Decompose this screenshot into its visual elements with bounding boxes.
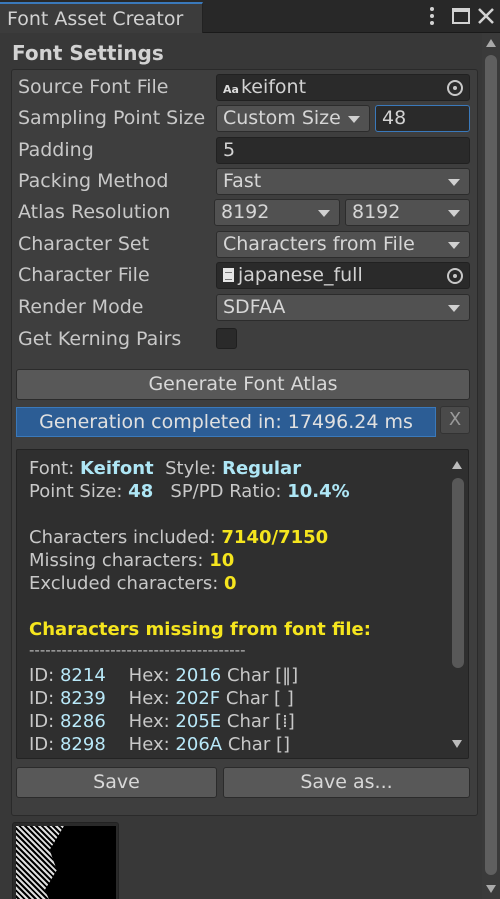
scroll-up-arrow-icon[interactable] [452,461,462,469]
scroll-down-arrow-icon[interactable] [452,740,462,748]
missing-char-row: ID: 8286 Hex: 205E Char [⁞] [29,711,295,732]
atlas-resolution-label: Atlas Resolution [18,201,171,223]
character-set-value: Characters from File [223,233,415,255]
atlas-preview [12,822,119,899]
character-file-value: japanese_full [238,264,363,286]
atlas-height-value: 8192 [352,201,401,223]
excluded-characters-line: Excluded characters: 0 [29,573,237,594]
chevron-down-icon [448,210,460,217]
save-as-button[interactable]: Save as... [223,767,470,798]
chevron-down-icon [448,305,460,312]
object-picker-icon[interactable] [447,268,463,284]
missing-characters-line: Missing characters: 10 [29,550,235,571]
vertical-dots-icon[interactable] [420,4,444,28]
packing-method-label: Packing Method [18,170,169,192]
character-set-label: Character Set [18,233,150,255]
scrollbar-thumb[interactable] [485,55,497,875]
section-title: Font Settings [12,41,164,65]
generate-font-atlas-button[interactable]: Generate Font Atlas [16,369,470,400]
scroll-up-arrow-icon[interactable] [486,39,496,47]
missing-char-row: ID: 8239 Hex: 202F Char [ ] [29,688,294,709]
generation-progress-bar: Generation completed in: 17496.24 ms [16,407,436,437]
save-button[interactable]: Save [16,767,217,798]
window-tab[interactable]: Font Asset Creator [0,2,203,33]
characters-included-line: Characters included: 7140/7150 [29,527,329,548]
output-scrollbar[interactable] [446,450,468,758]
render-mode-label: Render Mode [18,296,144,318]
output-scrollbar-thumb[interactable] [452,478,464,668]
source-font-file-value: keifont [240,76,307,98]
atlas-height-dropdown[interactable]: 8192 [345,199,470,226]
clear-progress-button[interactable]: X [440,406,470,434]
render-mode-value: SDFAA [223,296,286,318]
window-title: Font Asset Creator [7,8,184,30]
chevron-down-icon [348,116,360,123]
separator-line: ---------------------------------------- [29,641,246,659]
sampling-point-size-label: Sampling Point Size [18,107,206,129]
point-size-line: Point Size: 48 SP/PD Ratio: 10.4% [29,481,350,502]
render-mode-dropdown[interactable]: SDFAA [216,294,470,321]
font-info-line: Font: Keifont Style: Regular [29,458,302,479]
close-icon[interactable] [474,4,498,28]
padding-label: Padding [18,139,94,161]
chevron-down-icon [318,210,330,217]
padding-input[interactable]: 5 [216,137,470,164]
kerning-pairs-checkbox[interactable] [216,328,237,349]
maximize-icon[interactable] [449,4,473,28]
atlas-width-dropdown[interactable]: 8192 [214,199,340,226]
missing-char-row: ID: 8214 Hex: 2016 Char [‖] [29,665,299,686]
missing-char-row: ID: 8298 Hex: 206A Char [⁪] [29,734,291,755]
chevron-down-icon [448,242,460,249]
object-picker-icon[interactable] [447,80,463,96]
output-log[interactable]: Font: Keifont Style: Regular Point Size:… [16,449,469,759]
sampling-mode-dropdown[interactable]: Custom Size [216,105,370,132]
character-set-dropdown[interactable]: Characters from File [216,231,470,258]
window-scrollbar[interactable] [482,33,500,899]
scroll-down-arrow-icon[interactable] [486,885,496,893]
text-file-icon [223,268,234,282]
font-asset-icon: Aa [223,83,239,96]
source-font-file-field[interactable]: Aa keifont [216,74,470,101]
sampling-mode-value: Custom Size [223,107,341,129]
chevron-down-icon [448,179,460,186]
kerning-pairs-label: Get Kerning Pairs [18,328,182,350]
source-font-file-label: Source Font File [18,76,169,98]
character-file-field[interactable]: japanese_full [216,262,470,289]
packing-method-value: Fast [223,170,262,192]
title-bar: Font Asset Creator [0,0,500,33]
missing-header: Characters missing from font file: [29,619,371,640]
packing-method-dropdown[interactable]: Fast [216,168,470,195]
point-size-input[interactable]: 48 [375,105,470,132]
character-file-label: Character File [18,264,150,286]
atlas-width-value: 8192 [221,201,270,223]
